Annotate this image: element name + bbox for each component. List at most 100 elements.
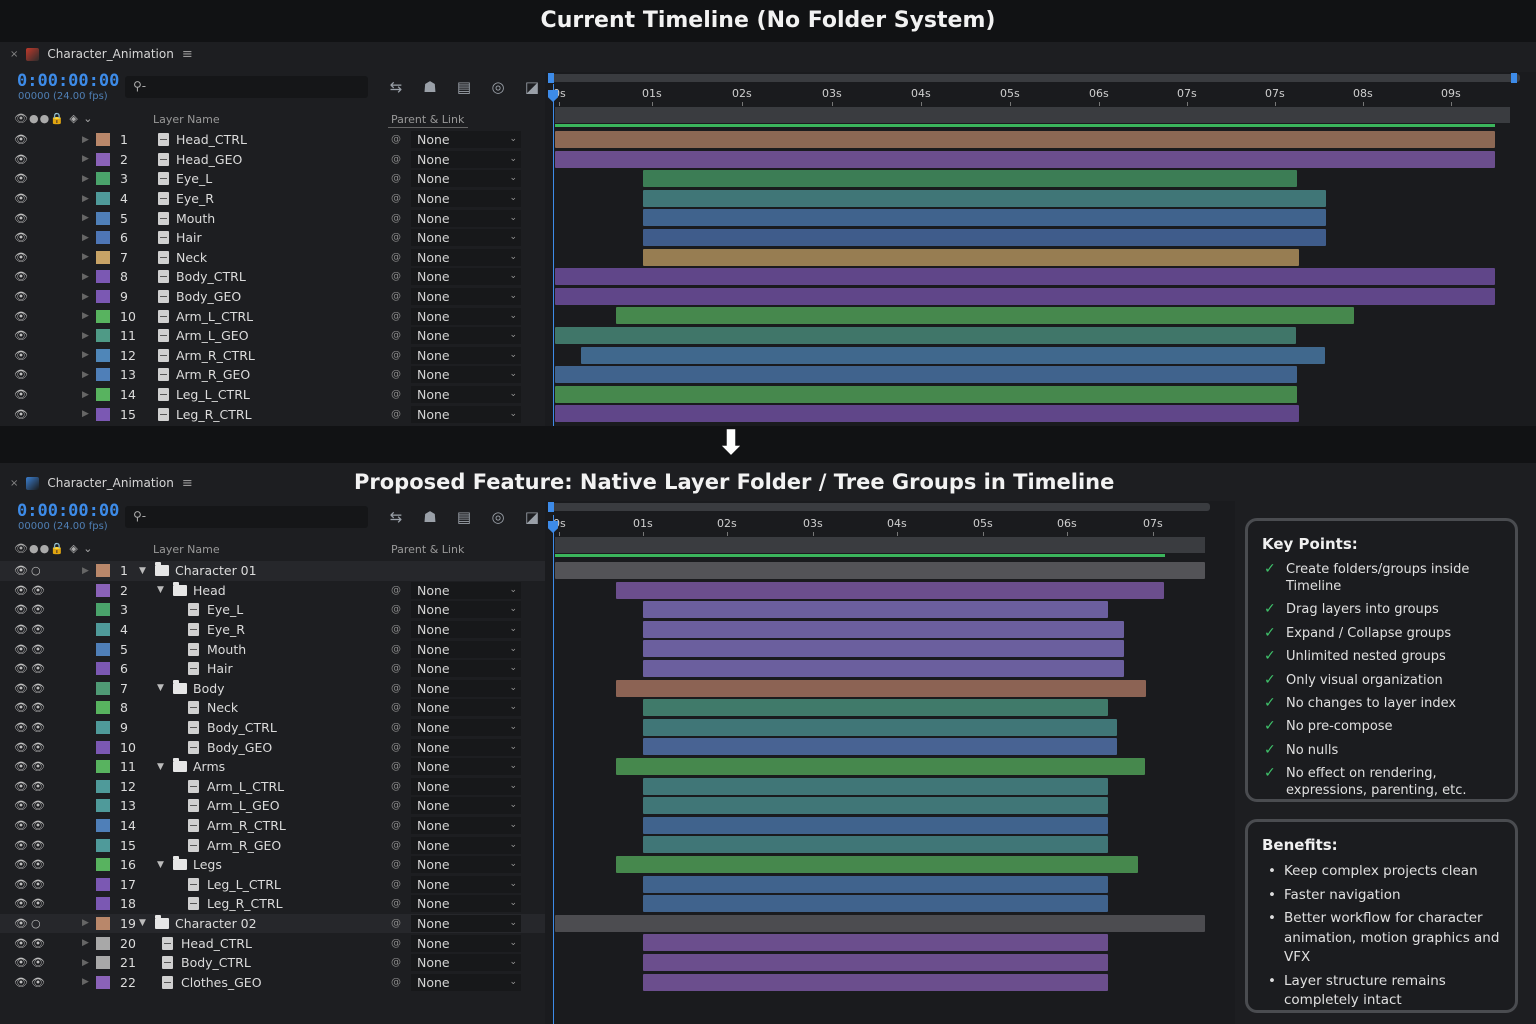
parent-select[interactable]: None ⌄ <box>411 836 521 854</box>
layer-duration-bar[interactable] <box>643 718 1117 736</box>
layer-duration-bar[interactable] <box>555 150 1495 168</box>
pickwhip-icon[interactable]: @ <box>391 173 401 184</box>
pickwhip-icon[interactable]: @ <box>391 800 401 811</box>
parent-select[interactable]: None ⌄ <box>411 817 521 835</box>
solo-eye-icon[interactable]: 👁 <box>31 643 45 656</box>
playhead[interactable] <box>553 515 554 1024</box>
folder-name[interactable]: Character 01 <box>175 563 257 578</box>
timecode[interactable]: 0:00:00:00 <box>17 501 119 521</box>
pickwhip-icon[interactable]: @ <box>391 644 401 655</box>
label-color-swatch[interactable] <box>96 858 110 872</box>
visibility-eye-icon[interactable]: 👁 <box>14 133 28 146</box>
label-color-swatch[interactable] <box>96 348 110 362</box>
parent-select[interactable]: None ⌄ <box>411 777 521 795</box>
visibility-eye-icon[interactable]: 👁 <box>14 760 28 773</box>
visibility-eye-icon[interactable]: 👁 <box>14 603 28 616</box>
visibility-eye-icon[interactable]: 👁 <box>14 623 28 636</box>
layer-duration-bar[interactable] <box>643 620 1124 638</box>
parent-select[interactable]: None ⌄ <box>411 973 521 991</box>
label-color-swatch[interactable] <box>96 250 110 264</box>
layer-name[interactable]: Arm_L_CTRL <box>207 779 284 794</box>
label-color-swatch[interactable] <box>96 662 110 676</box>
visibility-eye-icon[interactable]: 👁 <box>14 251 28 264</box>
label-color-swatch[interactable] <box>96 819 110 833</box>
layer-row[interactable]: 👁 👁 4 Eye_R @ None ⌄ <box>0 620 545 640</box>
parent-select[interactable]: None ⌄ <box>411 895 521 913</box>
layer-name[interactable]: Eye_R <box>176 191 214 206</box>
layer-row[interactable]: 👁 👁 5 Mouth @ None ⌄ <box>0 639 545 659</box>
pickwhip-icon[interactable]: @ <box>391 409 401 420</box>
solo-eye-icon[interactable]: 👁 <box>31 623 45 636</box>
visibility-eye-icon[interactable]: 👁 <box>14 564 28 577</box>
layer-duration-bar[interactable] <box>643 699 1108 717</box>
visibility-eye-icon[interactable]: 👁 <box>14 643 28 656</box>
visibility-eye-icon[interactable]: 👁 <box>14 388 28 401</box>
layer-name[interactable]: Neck <box>207 700 238 715</box>
layer-duration-bar[interactable] <box>555 562 1205 579</box>
layer-name[interactable]: Head_CTRL <box>176 132 247 147</box>
label-color-swatch[interactable] <box>96 564 110 578</box>
layer-row[interactable]: 👁 ▶ 9 Body_GEO @ None ⌄ <box>0 287 545 307</box>
pickwhip-icon[interactable]: @ <box>391 898 401 909</box>
folder-name[interactable]: Head <box>193 583 226 598</box>
layer-row[interactable]: 👁 👁 9 Body_CTRL @ None ⌄ <box>0 718 545 738</box>
solo-eye-icon[interactable]: 👁 <box>31 878 45 891</box>
parent-select[interactable]: None ⌄ <box>411 150 521 168</box>
parent-select[interactable]: None ⌄ <box>411 679 521 697</box>
expand-arrow-icon[interactable]: ▶ <box>82 390 89 400</box>
timecode[interactable]: 0:00:00:00 <box>17 71 119 91</box>
time-navigator[interactable] <box>550 503 1210 511</box>
solo-eye-icon[interactable]: 👁 <box>31 741 45 754</box>
parent-select[interactable]: None ⌄ <box>411 660 521 678</box>
parent-select[interactable]: None ⌄ <box>411 366 521 384</box>
expand-arrow-icon[interactable]: ▶ <box>82 272 89 282</box>
time-ruler[interactable]: 0s 01s 02s 03s 04s 05s 06s 07s 07s 08s 09s <box>545 87 1536 106</box>
folder-row[interactable]: 👁 👁 7 ▼ Body @ None ⌄ <box>0 679 545 699</box>
expand-arrow-icon[interactable]: ▶ <box>82 135 89 145</box>
layer-row[interactable]: 👁 👁 14 Arm_R_CTRL @ None ⌄ <box>0 816 545 836</box>
pickwhip-icon[interactable]: @ <box>391 291 401 302</box>
layer-name[interactable]: Leg_R_CTRL <box>176 407 252 422</box>
pickwhip-icon[interactable]: @ <box>391 742 401 753</box>
frame-blend-icon[interactable]: ▤ <box>453 78 475 96</box>
visibility-eye-icon[interactable]: 👁 <box>14 408 28 421</box>
layer-name[interactable]: Hair <box>207 661 233 676</box>
expand-arrow-icon[interactable]: ▶ <box>82 331 89 341</box>
layer-name[interactable]: Mouth <box>176 211 215 226</box>
layer-row[interactable]: 👁 👁 12 Arm_L_CTRL @ None ⌄ <box>0 777 545 797</box>
motion-blur-icon[interactable]: ◎ <box>487 508 509 526</box>
label-color-swatch[interactable] <box>96 642 110 656</box>
folder-name[interactable]: Character 02 <box>175 916 257 931</box>
folder-row[interactable]: 👁 👁 11 ▼ Arms @ None ⌄ <box>0 757 545 777</box>
label-color-swatch[interactable] <box>96 583 110 597</box>
comp-tab[interactable]: × Character_Animation ≡ <box>0 42 193 66</box>
parent-select[interactable]: None ⌄ <box>411 719 521 737</box>
expand-arrow-icon[interactable]: ▶ <box>82 233 89 243</box>
label-color-swatch[interactable] <box>96 681 110 695</box>
layer-row[interactable]: 👁 ▶ 12 Arm_R_CTRL @ None ⌄ <box>0 346 545 366</box>
layer-name[interactable]: Arm_R_GEO <box>176 367 250 382</box>
label-color-swatch[interactable] <box>96 779 110 793</box>
label-color-swatch[interactable] <box>96 133 110 147</box>
layer-duration-bar[interactable] <box>555 385 1297 403</box>
pickwhip-icon[interactable]: @ <box>391 585 401 596</box>
layer-name[interactable]: Body_GEO <box>207 740 272 755</box>
layer-duration-bar[interactable] <box>643 934 1108 952</box>
layer-duration-bar[interactable] <box>616 679 1146 697</box>
menu-icon[interactable]: ≡ <box>182 47 193 62</box>
expand-arrow-icon[interactable]: ▶ <box>82 566 89 576</box>
layer-row[interactable]: 👁 ▶ 3 Eye_L @ None ⌄ <box>0 169 545 189</box>
expand-arrow-icon[interactable]: ▶ <box>82 409 89 419</box>
visibility-eye-icon[interactable]: 👁 <box>14 917 28 930</box>
label-color-swatch[interactable] <box>96 172 110 186</box>
pickwhip-icon[interactable]: @ <box>391 154 401 165</box>
expand-arrow-icon[interactable]: ▶ <box>82 938 89 948</box>
pickwhip-icon[interactable]: @ <box>391 213 401 224</box>
visibility-eye-icon[interactable]: 👁 <box>14 310 28 323</box>
expand-arrow-icon[interactable]: ▶ <box>82 918 89 928</box>
solo-eye-icon[interactable]: 👁 <box>31 682 45 695</box>
layer-name[interactable]: Arm_L_CTRL <box>176 309 253 324</box>
expand-arrow-icon[interactable]: ▶ <box>82 154 89 164</box>
layer-duration-bar[interactable] <box>581 346 1325 364</box>
layer-row[interactable]: 👁 ▶ 14 Leg_L_CTRL @ None ⌄ <box>0 385 545 405</box>
